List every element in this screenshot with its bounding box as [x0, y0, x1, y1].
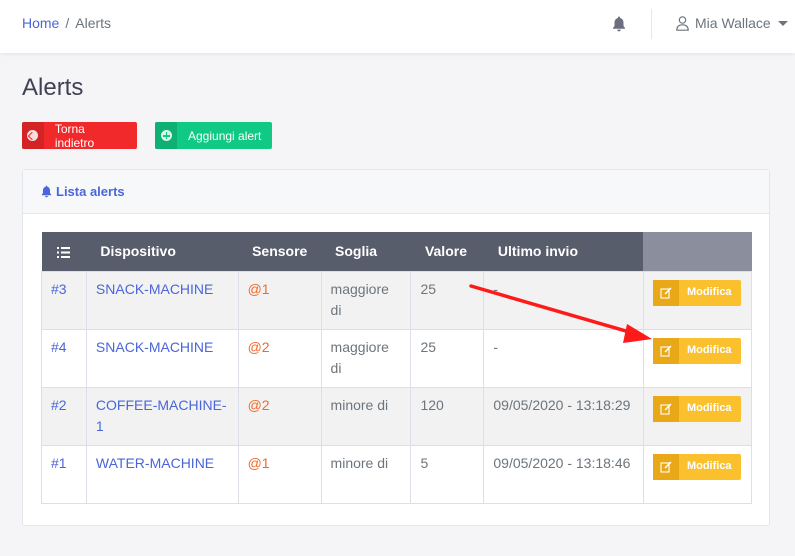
alert-id-link[interactable]: #4: [41, 328, 87, 388]
column-header-device: Dispositivo: [100, 243, 176, 260]
device-link[interactable]: WATER-MACHINE: [85, 444, 239, 504]
user-icon: [676, 15, 689, 31]
threshold-cell: minore di: [320, 386, 412, 446]
device-link[interactable]: SNACK-MACHINE: [85, 328, 239, 388]
plus-circle-icon: [155, 122, 177, 149]
device-link[interactable]: COFFEE-MACHINE-1: [85, 386, 239, 446]
top-navbar: Home / Alerts Mia Wallace: [0, 0, 795, 53]
table-header-row: Dispositivo Sensore Soglia Valore Ultimo…: [41, 232, 752, 271]
last-sent-cell: -: [483, 270, 644, 330]
sensor-link[interactable]: @1: [237, 444, 322, 504]
bell-icon: [41, 185, 52, 198]
breadcrumb-separator: /: [65, 15, 70, 31]
last-sent-cell: 09/05/2020 - 13:18:29: [483, 386, 644, 446]
arrow-left-circle-icon: [22, 122, 44, 149]
edit-button[interactable]: Modifica: [652, 395, 741, 422]
last-sent-cell: -: [483, 328, 644, 388]
column-header-value: Valore: [424, 243, 467, 260]
column-header-actions: [643, 232, 752, 271]
device-link[interactable]: SNACK-MACHINE: [85, 270, 239, 330]
value-cell: 120: [410, 386, 485, 446]
value-cell: 25: [410, 328, 485, 388]
table-row: #4 SNACK-MACHINE @2 maggiore di 25 - Mod…: [41, 328, 753, 388]
value-cell: 25: [410, 270, 485, 330]
column-header-threshold: Soglia: [335, 243, 378, 260]
alerts-card: Lista alerts Dispositivo Sensore Soglia …: [22, 169, 770, 526]
sensor-link[interactable]: @1: [237, 270, 322, 330]
list-icon: [57, 247, 71, 259]
list-column-header: [42, 232, 87, 271]
column-header-last-sent: Ultimo invio: [497, 243, 579, 260]
edit-button[interactable]: Modifica: [652, 337, 741, 364]
edit-button-label: Modifica: [686, 402, 732, 414]
actions-cell: Modifica: [642, 386, 753, 446]
add-alert-button[interactable]: Aggiungi alert: [155, 122, 272, 149]
bell-icon[interactable]: [612, 16, 626, 32]
column-header-sensor: Sensore: [252, 243, 308, 260]
breadcrumb-current: Alerts: [75, 15, 112, 31]
edit-button[interactable]: Modifica: [652, 279, 741, 306]
edit-button[interactable]: Modifica: [652, 453, 741, 480]
edit-icon: [652, 279, 679, 306]
edit-icon: [652, 337, 679, 364]
edit-icon: [652, 395, 679, 422]
table-row: #1 WATER-MACHINE @1 minore di 5 09/05/20…: [41, 444, 753, 504]
actions-cell: Modifica: [642, 270, 753, 330]
card-header: Lista alerts: [23, 170, 769, 214]
topbar-divider: [651, 9, 652, 39]
alert-id-link[interactable]: #1: [41, 444, 87, 504]
actions-cell: Modifica: [642, 444, 753, 504]
user-menu[interactable]: Mia Wallace: [676, 15, 788, 31]
breadcrumb: Home / Alerts: [22, 15, 111, 31]
alert-id-link[interactable]: #3: [41, 270, 87, 330]
threshold-cell: maggiore di: [320, 328, 412, 388]
alerts-table: Dispositivo Sensore Soglia Valore Ultimo…: [41, 232, 753, 504]
edit-button-label: Modifica: [686, 344, 732, 356]
edit-icon: [652, 453, 679, 480]
alert-id-link[interactable]: #2: [41, 386, 87, 446]
page-title: Alerts: [22, 74, 84, 101]
value-cell: 5: [410, 444, 485, 504]
last-sent-cell: 09/05/2020 - 13:18:46: [483, 444, 644, 504]
sensor-link[interactable]: @2: [237, 386, 322, 446]
table-row: #3 SNACK-MACHINE @1 maggiore di 25 - Mod…: [41, 270, 753, 330]
edit-button-label: Modifica: [686, 286, 732, 298]
breadcrumb-home-link[interactable]: Home: [22, 15, 59, 31]
table-row: #2 COFFEE-MACHINE-1 @2 minore di 120 09/…: [41, 386, 753, 446]
back-button[interactable]: Torna indietro: [22, 121, 137, 150]
threshold-cell: maggiore di: [320, 270, 412, 330]
threshold-cell: minore di: [320, 444, 412, 504]
sensor-link[interactable]: @2: [237, 328, 322, 388]
chevron-down-icon: [777, 20, 788, 26]
user-name: Mia Wallace: [695, 15, 771, 31]
card-title: Lista alerts: [56, 184, 125, 199]
add-alert-button-label: Aggiungi alert: [188, 128, 262, 143]
edit-button-label: Modifica: [686, 460, 732, 472]
back-button-label: Torna indietro: [54, 121, 95, 150]
actions-cell: Modifica: [642, 328, 753, 388]
